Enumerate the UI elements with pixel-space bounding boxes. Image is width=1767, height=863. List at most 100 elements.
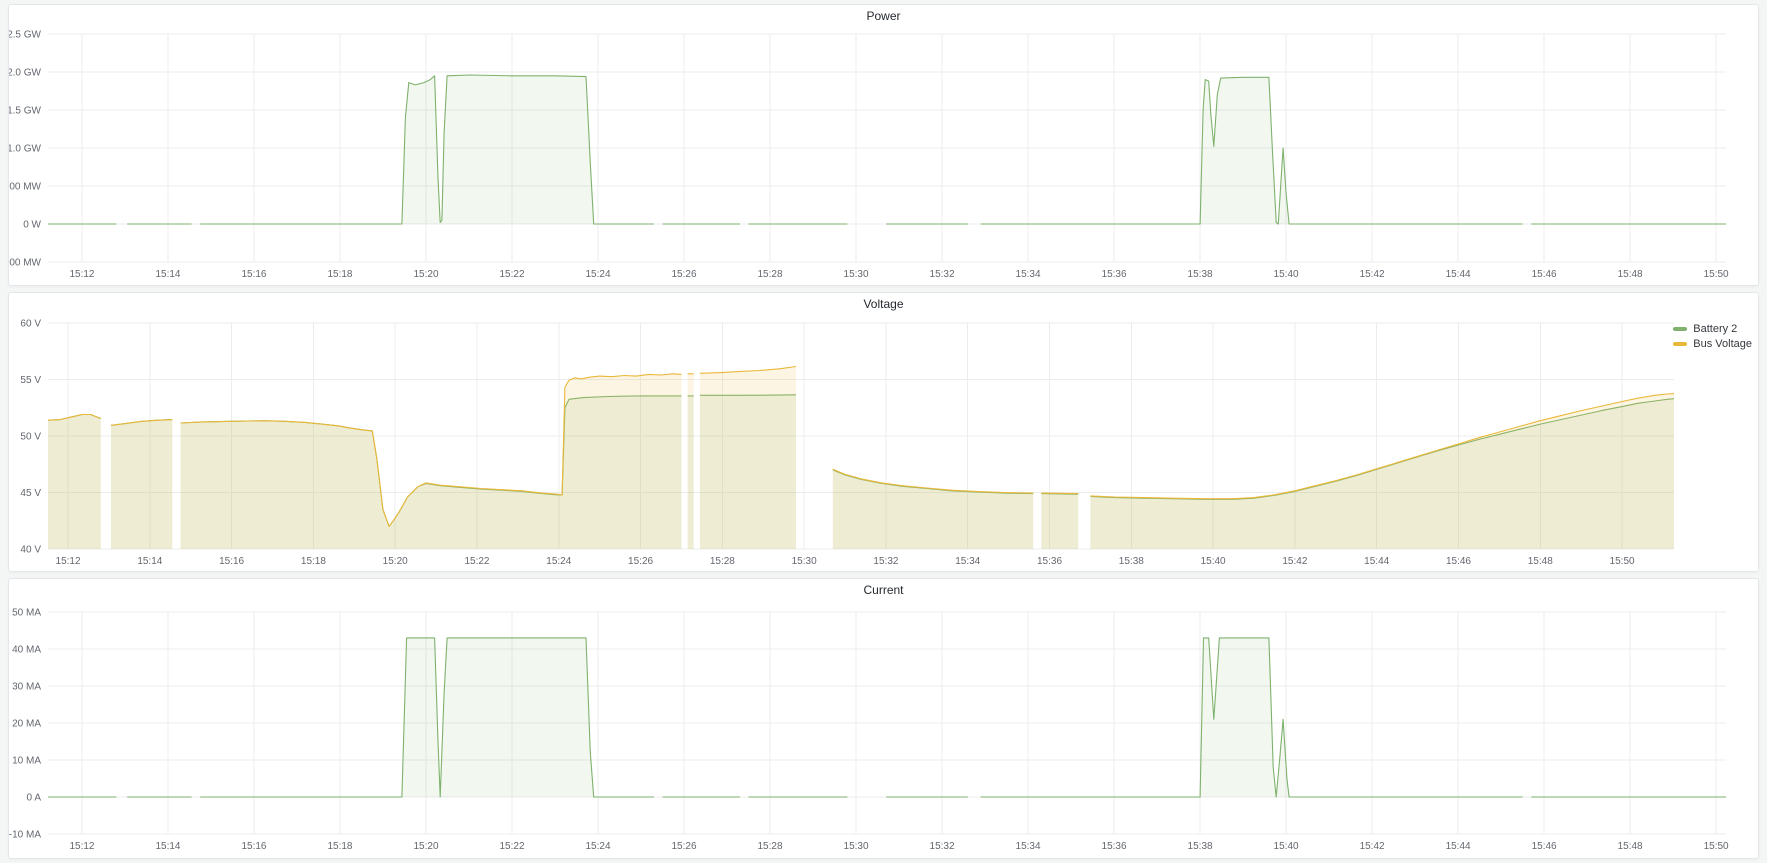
legend-label: Bus Voltage [1693,338,1752,350]
series-area [200,638,654,797]
x-tick-label: 15:34 [1016,841,1041,852]
series-area [48,415,101,550]
x-tick-label: 15:16 [241,841,266,852]
current-panel: Current 50 MA40 MA30 MA20 MA10 MA0 A-10 … [8,578,1759,859]
x-tick-label: 15:30 [792,556,817,567]
power-chart[interactable]: 2.5 GW2.0 GW1.5 GW1.0 GW500 MW0 W-500 MW… [9,5,1758,285]
x-tick-label: 15:46 [1532,841,1557,852]
x-tick-label: 15:22 [499,841,524,852]
x-tick-label: 15:38 [1188,269,1213,280]
series-area [181,374,682,549]
voltage-panel: Voltage 60 V55 V50 V45 V40 V15:1215:1415… [8,292,1759,572]
x-tick-label: 15:36 [1102,841,1127,852]
series-line [1041,493,1078,494]
series-area [1041,493,1078,549]
y-tick-label: 2.0 GW [9,68,42,79]
x-tick-label: 15:50 [1704,841,1729,852]
x-tick-label: 15:34 [1016,269,1041,280]
x-tick-label: 15:20 [413,841,438,852]
x-tick-label: 15:26 [628,556,653,567]
x-tick-label: 15:30 [844,269,869,280]
y-tick-label: 30 MA [12,682,41,693]
x-tick-label: 15:28 [758,269,783,280]
current-chart[interactable]: 50 MA 40 MA 30 MA 20 MA 10 MA 0 A -10 MA 15:12 1… [9,579,1758,858]
x-tick-label: 15:18 [301,556,326,567]
x-tick-label: 15:40 [1274,269,1299,280]
y-tick-label: 60 V [20,319,41,330]
x-tick-label: 15:26 [672,841,697,852]
series-area [833,469,1033,549]
x-tick-label: 15:32 [930,841,955,852]
x-tick-label: 15:40 [1274,841,1299,852]
series-area [981,638,1523,797]
y-tick-label: 40 V [20,545,41,556]
x-tick-label: 15:42 [1360,841,1385,852]
y-tick-label: 10 MA [12,756,41,767]
dashboard: Power 2.5 GW2.0 GW1.5 GW1.0 GW500 MW0 W-… [0,0,1767,859]
x-tick-label: 15:38 [1188,841,1213,852]
x-tick-label: 15:16 [219,556,244,567]
legend-swatch [1673,342,1687,346]
power-panel: Power 2.5 GW2.0 GW1.5 GW1.0 GW500 MW0 W-… [8,4,1759,286]
series-area [111,420,172,549]
x-tick-label: 15:48 [1618,841,1643,852]
x-tick-label: 15:20 [413,269,438,280]
x-tick-label: 15:12 [69,841,94,852]
x-tick-label: 15:16 [241,269,266,280]
x-tick-label: 15:24 [546,556,571,567]
y-tick-label: 1.5 GW [9,106,42,117]
x-tick-label: 15:14 [155,269,180,280]
x-tick-label: 15:28 [710,556,735,567]
x-tick-label: 15:18 [327,841,352,852]
y-tick-label: 45 V [20,488,41,499]
x-tick-label: 15:50 [1610,556,1635,567]
x-tick-label: 15:36 [1102,269,1127,280]
x-tick-label: 15:48 [1528,556,1553,567]
series-area [200,75,654,224]
y-tick-label: 0 A [27,793,42,804]
y-tick-label: 2.5 GW [9,30,42,41]
voltage-chart[interactable]: 60 V55 V50 V45 V40 V15:1215:1415:1615:18… [9,293,1758,571]
x-tick-label: 15:40 [1201,556,1226,567]
x-tick-label: 15:18 [327,269,352,280]
x-tick-label: 15:42 [1360,269,1385,280]
x-tick-label: 15:48 [1618,269,1643,280]
series-area [981,77,1523,224]
x-tick-label: 15:34 [955,556,980,567]
legend-item-bus-voltage[interactable]: Bus Voltage [1673,338,1752,350]
x-tick-label: 15:46 [1532,269,1557,280]
y-tick-label: -10 MA [9,830,41,841]
x-tick-label: 15:26 [672,269,697,280]
x-tick-label: 15:28 [758,841,783,852]
y-tick-label: 50 MA [12,608,41,619]
legend-label: Battery 2 [1693,323,1737,335]
legend-swatch [1673,327,1687,331]
x-tick-label: 15:42 [1282,556,1307,567]
x-tick-label: 15:14 [137,556,162,567]
x-tick-label: 15:24 [586,269,611,280]
x-tick-label: 15:12 [56,556,81,567]
x-tick-label: 15:32 [930,269,955,280]
x-tick-label: 15:20 [383,556,408,567]
series-area [700,367,796,550]
x-tick-label: 15:24 [586,841,611,852]
x-tick-label: 15:44 [1446,841,1471,852]
x-tick-label: 15:36 [1037,556,1062,567]
y-tick-label: 500 MW [9,182,42,193]
series-area [1090,394,1674,549]
y-tick-label: 20 MA [12,719,41,730]
y-tick-label: 0 W [23,220,41,231]
y-tick-label: 1.0 GW [9,144,42,155]
voltage-legend: Battery 2 Bus Voltage [1673,323,1752,350]
x-tick-label: 15:14 [155,841,180,852]
x-tick-label: 15:44 [1446,269,1471,280]
x-tick-label: 15:44 [1364,556,1389,567]
x-tick-label: 15:46 [1446,556,1471,567]
x-tick-label: 15:38 [1119,556,1144,567]
legend-item-battery-2[interactable]: Battery 2 [1673,323,1752,335]
x-tick-label: 15:50 [1704,269,1729,280]
y-tick-label: 50 V [20,432,41,443]
y-tick-label: 40 MA [12,645,41,656]
x-tick-label: 15:22 [499,269,524,280]
x-tick-label: 15:32 [873,556,898,567]
